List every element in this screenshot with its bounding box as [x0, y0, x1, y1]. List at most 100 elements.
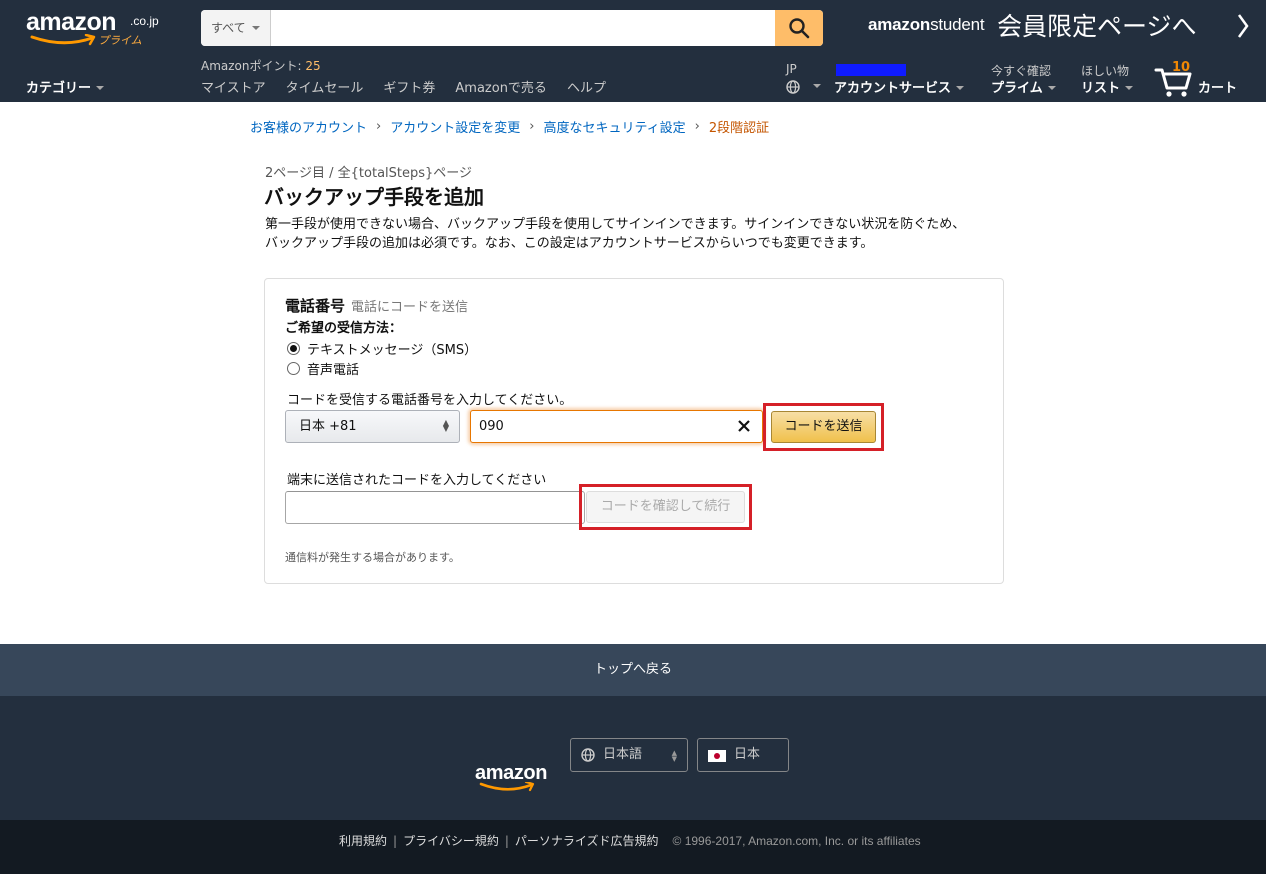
- chevron-down-icon: [1125, 86, 1134, 90]
- delivery-method-label: ご希望の受信方法：: [285, 321, 403, 336]
- members-page-link[interactable]: 会員限定ページへ: [997, 10, 1197, 44]
- chevron-down-icon: [96, 86, 105, 90]
- redacted-username: [836, 64, 906, 76]
- phone-number-label: コードを受信する電話番号を入力してください。: [287, 393, 573, 408]
- japan-flag-icon: [708, 750, 726, 762]
- chevron-right-icon[interactable]: [1236, 12, 1250, 40]
- nav-link-mystore[interactable]: マイストア: [201, 77, 266, 96]
- verify-and-continue-button[interactable]: コードを確認して続行: [586, 491, 745, 523]
- step-indicator: 2ページ目 / 全{totalSteps}ページ: [265, 166, 473, 181]
- wishlist-label: リスト: [1081, 81, 1121, 96]
- header-nav: マイストア タイムセール ギフト券 Amazonで売る ヘルプ: [201, 77, 626, 96]
- site-header: amazon .co.jp プライム すべて amazonstudent 会員限…: [0, 0, 1266, 102]
- card-title-text: 電話番号: [285, 297, 346, 315]
- nav-link-help[interactable]: ヘルプ: [567, 77, 606, 96]
- lang-code: JP: [786, 62, 797, 76]
- amazon-student-logo[interactable]: amazonstudent: [868, 15, 985, 35]
- send-code-button[interactable]: コードを送信: [771, 411, 876, 443]
- copyright-text: © 1996-2017, Amazon.com, Inc. or its aff…: [672, 833, 921, 848]
- smile-icon: [479, 782, 535, 792]
- select-updown-icon: ▲ ▼: [671, 749, 677, 763]
- logo-tld: .co.jp: [130, 14, 159, 28]
- prime-menu[interactable]: プライム: [991, 77, 1056, 96]
- search-category-label: すべて: [211, 21, 246, 35]
- footer-legal-bar: 利用規約 | プライバシー規約 | パーソナライズド広告規約 © 1996-20…: [0, 820, 1266, 874]
- language-switcher[interactable]: JP: [786, 62, 821, 94]
- chevron-right-icon: ›: [376, 119, 382, 134]
- chevron-down-icon: [956, 86, 965, 90]
- globe-icon: [581, 748, 595, 762]
- search-icon: [789, 18, 810, 39]
- cart-label: カート: [1198, 81, 1238, 96]
- globe-icon: [786, 80, 800, 94]
- fee-note: 通信料が発生する場合があります。: [285, 551, 460, 564]
- nav-link-timesale[interactable]: タイムセール: [286, 77, 364, 96]
- logo-prime: プライム: [98, 35, 142, 47]
- verification-code-label: 端末に送信されたコードを入力してください: [287, 473, 547, 488]
- legal-link-ads[interactable]: パーソナライズド広告規約: [515, 832, 659, 849]
- amazon-logo[interactable]: amazon .co.jp プライム: [26, 8, 166, 48]
- footer-country-label: 日本: [734, 747, 761, 762]
- nav-link-sell[interactable]: Amazonで売る: [455, 77, 547, 96]
- radio-label-voice: 音声電話: [307, 363, 360, 378]
- backup-method-card: 電話番号 電話にコードを送信 ご希望の受信方法： テキストメッセージ（SMS） 音…: [264, 278, 1004, 584]
- divider: |: [504, 833, 509, 848]
- search-input[interactable]: [271, 10, 775, 46]
- account-menu[interactable]: アカウントサービス: [834, 77, 965, 96]
- card-title: 電話番号 電話にコードを送信: [285, 295, 468, 316]
- card-subtitle: 電話にコードを送信: [351, 300, 469, 315]
- radio-button-voice[interactable]: [287, 362, 300, 375]
- radio-button-sms[interactable]: [287, 342, 300, 355]
- description-line-1: 第一手段が使用できない場合、バックアップ手段を使用してサインインできます。サイン…: [265, 217, 966, 232]
- wishlist-menu[interactable]: リスト: [1081, 77, 1134, 96]
- radio-option-voice[interactable]: 音声電話: [287, 359, 359, 378]
- page-description: 第一手段が使用できない場合、バックアップ手段を使用してサインインできます。サイン…: [265, 215, 1005, 253]
- breadcrumb-item-settings[interactable]: アカウント設定を変更: [390, 117, 520, 136]
- search-button[interactable]: [775, 10, 823, 46]
- phone-number-input[interactable]: [470, 410, 763, 443]
- divider: |: [393, 833, 398, 848]
- radio-option-sms[interactable]: テキストメッセージ（SMS）: [287, 339, 477, 358]
- student-logo-part-b: student: [930, 15, 985, 34]
- page-title: バックアップ手段を追加: [264, 185, 484, 209]
- prime-label: プライム: [991, 81, 1043, 96]
- chevron-down-icon: [251, 26, 260, 30]
- cart-count: 10: [1172, 60, 1191, 75]
- footer-amazon-logo[interactable]: amazon: [475, 762, 565, 796]
- account-label: アカウントサービス: [834, 81, 952, 96]
- points-value: 25: [305, 59, 321, 73]
- description-line-2: バックアップ手段の追加は必須です。なお、この設定はアカウントサービスからいつでも…: [265, 236, 874, 251]
- breadcrumb-item-current: 2段階認証: [708, 121, 770, 136]
- search-category-dropdown[interactable]: すべて: [201, 10, 271, 46]
- breadcrumb: お客様のアカウント › アカウント設定を変更 › 高度なセキュリティ設定 › 2…: [250, 117, 769, 136]
- back-to-top-link[interactable]: トップへ戻る: [0, 644, 1266, 696]
- country-code-value: 日本 +81: [299, 419, 357, 434]
- legal-link-privacy[interactable]: プライバシー規約: [403, 832, 499, 849]
- points-balance[interactable]: Amazonポイント: 25: [201, 57, 321, 74]
- search-bar: すべて: [201, 10, 823, 46]
- nav-link-giftcard[interactable]: ギフト券: [383, 77, 435, 96]
- footer-language-label: 日本語: [603, 747, 643, 762]
- site-footer: amazon 日本語 ▲ ▼ 日本: [0, 696, 1266, 820]
- breadcrumb-item-account[interactable]: お客様のアカウント: [250, 117, 367, 136]
- legal-link-terms[interactable]: 利用規約: [339, 832, 387, 849]
- cart-button[interactable]: 10 カート: [1154, 60, 1244, 98]
- footer-country-select[interactable]: 日本: [697, 738, 789, 772]
- points-label: Amazonポイント:: [201, 59, 306, 73]
- student-logo-part-a: amazon: [868, 15, 931, 34]
- chevron-right-icon: ›: [694, 119, 700, 134]
- breadcrumb-item-security[interactable]: 高度なセキュリティ設定: [543, 117, 685, 136]
- chevron-down-icon: [813, 84, 821, 88]
- category-menu[interactable]: カテゴリー: [26, 77, 105, 96]
- footer-language-select[interactable]: 日本語 ▲ ▼: [570, 738, 688, 772]
- category-label: カテゴリー: [26, 81, 92, 96]
- close-icon[interactable]: [736, 418, 752, 434]
- legal-links: 利用規約 | プライバシー規約 | パーソナライズド広告規約 © 1996-20…: [339, 832, 921, 849]
- select-updown-icon: ▲ ▼: [442, 418, 449, 433]
- chevron-down-icon: [1047, 86, 1056, 90]
- smile-icon: [30, 34, 96, 46]
- country-code-select[interactable]: 日本 +81 ▲ ▼: [285, 410, 460, 443]
- verification-code-input[interactable]: [285, 491, 585, 524]
- radio-label-sms: テキストメッセージ（SMS）: [307, 343, 478, 358]
- chevron-right-icon: ›: [529, 119, 535, 134]
